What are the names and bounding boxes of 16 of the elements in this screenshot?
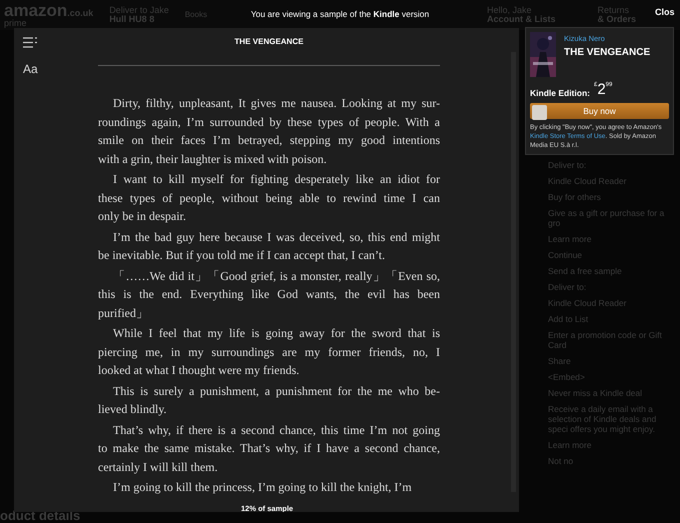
book-paragraph: While I feel that my life is going away for the sword that is piercing me, in my surroundings are my former friends, no, I looked at what I thought were my friends. — [98, 325, 440, 379]
book-paragraph: That’s why, if there is a second chance, this time I’m not going to make the same mistake. That’s why, if I have a second chance, certainly I will kill them. — [98, 422, 440, 476]
book-paragraph: I’m the bad guy here because I was deceived, so, this end might be inevitable. But if you told me if I can accept that, I can’t. — [98, 228, 440, 264]
price-label: Kindle Edition: — [530, 87, 590, 100]
book-paragraph: I want to kill myself for fighting desperately like an idiot for these types of people, without being able to rewind time I can only be in despair. — [98, 171, 440, 225]
popup-title: THE VENGEANCE — [564, 46, 650, 60]
font-settings-button[interactable]: Aa — [23, 60, 38, 78]
sample-notice-text: You are viewing a sample of the Kindle version — [250, 8, 430, 20]
book-paragraph: I’m going to kill the princess, I’m going to kill the knight, I’m — [112, 479, 413, 496]
close-button[interactable]: Clos — [655, 6, 675, 20]
buy-now-button[interactable]: Buy now — [530, 102, 669, 119]
menu-icon[interactable] — [23, 37, 37, 48]
book-paragraph: Dirty, filthy, unpleasant, It gives me nausea. Looking at my sur- roundings again, I’m surrounded by these types of people. With a smile on their faces I’m betrayed, stepping my good intentions with a grin, their laughter is mixed with poison. — [98, 95, 440, 168]
book-title: THE VENGEANCE — [234, 36, 304, 48]
book-paragraph: This is surely a punishment, a punishment for the me who be- lieved blindly. — [98, 382, 440, 418]
book-paragraph: 「……We did it」「Good grief, is a monster, really」「Even so, this is the end. Everything like God wants, the evil has been purified」 — [98, 268, 440, 322]
